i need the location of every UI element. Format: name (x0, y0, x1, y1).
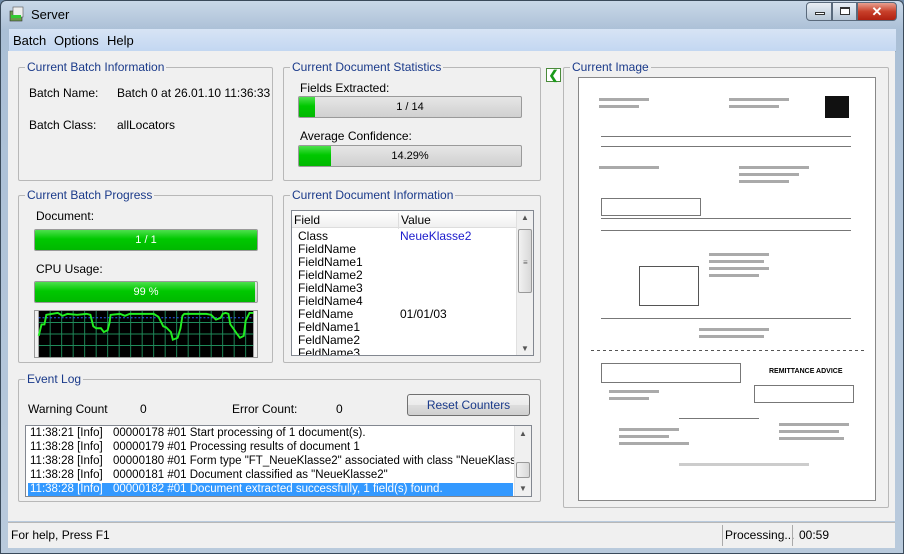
document-image[interactable]: REMITTANCE ADVICE (578, 77, 876, 501)
scroll-down-icon[interactable]: ▼ (515, 484, 531, 493)
doc-field-name[interactable]: Class (298, 229, 328, 243)
avg-confidence-label: Average Confidence: (300, 129, 412, 143)
avg-confidence-text: 14.29% (391, 150, 429, 162)
doc-field-name[interactable]: FeldName (298, 307, 353, 321)
doc-field-value: 01/01/03 (400, 307, 447, 321)
fields-extracted-label: Fields Extracted: (300, 81, 390, 95)
log-time: 11:38:28 [Info] (30, 455, 103, 467)
window-title: Server (31, 7, 70, 22)
event-log-legend: Event Log (25, 372, 84, 386)
doc-fields-list[interactable]: Field Value Class NeueKlasse2 FieldName Fie… (291, 210, 534, 356)
event-log-scrollbar[interactable]: ▲ ▼ (514, 426, 531, 496)
log-message: 00000178 #01 Start processing of 1 docum… (113, 427, 366, 439)
doc-field-name[interactable]: FieldName (298, 242, 356, 256)
column-header-value[interactable]: Value (398, 213, 431, 229)
batch-class-label: Batch Class: (29, 118, 97, 132)
doc-field-name[interactable]: FieldName3 (298, 281, 363, 295)
server-app-icon (9, 6, 24, 22)
document-progress-bar: 1 / 1 (34, 229, 258, 251)
minimize-button[interactable] (806, 2, 832, 21)
reset-counters-button[interactable]: Reset Counters (407, 394, 530, 416)
client-area: Current Batch Information Batch Name: Ba… (8, 51, 895, 521)
doc-field-value: NeueKlasse2 (400, 229, 472, 243)
avg-confidence-bar: 14.29% (298, 145, 522, 167)
doc-field-name[interactable]: FieldName1 (298, 255, 363, 269)
error-count-value: 0 (336, 402, 343, 416)
close-button[interactable]: ✕ (857, 2, 897, 21)
scroll-up-icon[interactable]: ▲ (517, 213, 533, 222)
remittance-advice-text: REMITTANCE ADVICE (769, 368, 843, 375)
batch-progress-group: Current Batch Progress Document: 1 / 1 C… (18, 188, 273, 363)
log-entry[interactable]: 11:38:28 [Info] 00000179 #01 Processing r… (28, 441, 513, 456)
cpu-usage-bar: 99 % (34, 281, 258, 303)
current-image-group: Current Image REMITTANCE ADVICE (563, 60, 889, 508)
doc-field-name[interactable]: FeldName2 (298, 333, 360, 347)
log-message: 00000181 #01 Document classified as "Neu… (113, 469, 388, 481)
batch-info-group: Current Batch Information Batch Name: Ba… (18, 60, 273, 181)
warning-count-label: Warning Count (28, 402, 108, 416)
warning-count-value: 0 (140, 402, 147, 416)
log-entry[interactable]: 11:38:28 [Info] 00000180 #01 Form type "F… (28, 455, 531, 470)
fields-extracted-text: 1 / 14 (396, 101, 424, 113)
status-bar: For help, Press F1 Processing... 00:59 (8, 522, 895, 548)
menu-help[interactable]: Help (107, 33, 134, 48)
scroll-down-icon[interactable]: ▼ (517, 344, 533, 353)
status-state-text: Processing... (725, 528, 795, 542)
doc-stats-legend: Current Document Statistics (290, 60, 444, 74)
chevron-left-icon: ❮ (548, 68, 559, 82)
scroll-up-icon[interactable]: ▲ (515, 429, 531, 438)
log-entry[interactable]: 11:38:21 [Info] 00000178 #01 Start proces… (28, 427, 513, 442)
batch-progress-legend: Current Batch Progress (25, 188, 155, 202)
cpu-usage-label: CPU Usage: (36, 262, 103, 276)
document-label: Document: (36, 209, 95, 223)
doc-field-name[interactable]: FeldName3 (298, 346, 360, 355)
doc-field-name[interactable]: FeldName1 (298, 320, 360, 334)
list-header: Field Value (292, 211, 516, 229)
log-time: 11:38:28 [Info] (30, 469, 103, 481)
collapse-image-button[interactable]: ❮ (546, 68, 561, 82)
cpu-usage-text: 99 % (133, 286, 159, 298)
error-count-label: Error Count: (232, 402, 298, 416)
scroll-thumb[interactable]: ≡ (518, 229, 532, 293)
menu-bar: Batch Options Help (9, 29, 896, 52)
event-log-list[interactable]: 11:38:21 [Info] 00000178 #01 Start proces… (25, 425, 532, 497)
current-image-legend: Current Image (570, 60, 651, 74)
log-message: 00000182 #01 Document extracted successf… (113, 483, 443, 495)
scroll-thumb[interactable] (516, 462, 530, 478)
status-help-text: For help, Press F1 (11, 528, 110, 542)
batch-class-value: allLocators (117, 118, 176, 132)
cpu-history-graph (34, 310, 258, 358)
doc-field-name[interactable]: FieldName4 (298, 294, 363, 308)
batch-info-legend: Current Batch Information (25, 60, 167, 74)
log-message: 00000179 #01 Processing results of docum… (113, 441, 360, 453)
doc-info-legend: Current Document Information (290, 188, 456, 202)
column-header-field[interactable]: Field (294, 213, 320, 227)
log-entry[interactable]: 11:38:28 [Info] 00000182 #01 Document ext… (28, 483, 513, 496)
document-progress-text: 1 / 1 (135, 234, 157, 246)
log-time: 11:38:28 [Info] (30, 483, 103, 495)
log-entry[interactable]: 11:38:28 [Info] 00000181 #01 Document cla… (28, 469, 513, 484)
fields-extracted-bar: 1 / 14 (298, 96, 522, 118)
log-message: 00000180 #01 Form type "FT_NeueKlasse2" … (113, 455, 532, 467)
log-time: 11:38:28 [Info] (30, 441, 103, 453)
menu-batch[interactable]: Batch (13, 33, 46, 48)
doc-fields-scrollbar[interactable]: ▲ ≡ ▼ (516, 211, 533, 355)
doc-field-name[interactable]: FieldName2 (298, 268, 363, 282)
menu-options[interactable]: Options (54, 33, 99, 48)
maximize-button[interactable] (832, 2, 857, 21)
event-log-group: Event Log Warning Count 0 Error Count: 0… (18, 372, 541, 502)
batch-name-label: Batch Name: (29, 86, 99, 100)
log-time: 11:38:21 [Info] (30, 427, 103, 439)
doc-stats-group: Current Document Statistics Fields Extra… (283, 60, 541, 181)
doc-info-group: Current Document Information Field Value… (283, 188, 541, 363)
status-time-text: 00:59 (799, 528, 830, 542)
batch-name-value: Batch 0 at 26.01.10 11:36:33 (117, 86, 271, 100)
